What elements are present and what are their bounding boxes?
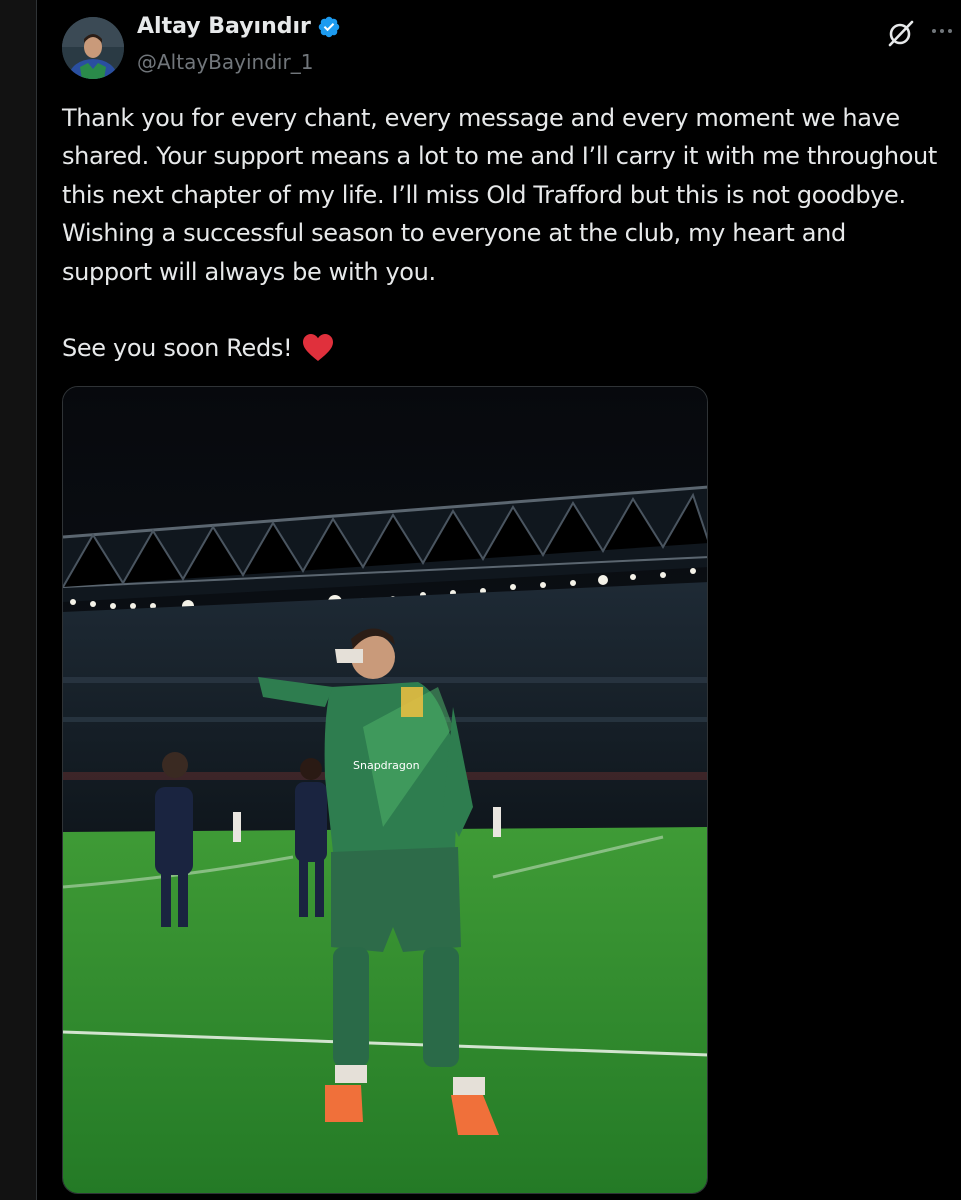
tweet-text: Thank you for every chant, every message…	[62, 99, 942, 367]
author-handle[interactable]: @AltayBayindir_1	[137, 50, 313, 74]
closing-text: See you soon Reds!	[62, 334, 293, 363]
stadium-photo: Snapdragon	[63, 387, 707, 1193]
tweet-paragraph: Thank you for every chant, every message…	[62, 104, 937, 286]
author-display-name[interactable]: Altay Bayındır	[137, 14, 311, 39]
author-name-row: Altay Bayındır	[137, 14, 341, 39]
avatar[interactable]	[62, 17, 124, 79]
window-left-edge	[0, 0, 37, 1200]
grok-button[interactable]	[885, 17, 917, 49]
tweet-closing-line: See you soon Reds!	[62, 329, 942, 367]
kit-sponsor-text: Snapdragon	[353, 759, 420, 772]
grok-icon	[888, 20, 914, 47]
red-heart-emoji-icon	[303, 334, 334, 362]
tweet-photo[interactable]: Snapdragon	[62, 386, 708, 1194]
more-dots-icon	[932, 29, 936, 33]
tweet-card: Altay Bayındır @AltayBayindir_1 Thank yo…	[38, 0, 961, 1200]
verified-badge-icon	[318, 16, 340, 37]
more-options-button[interactable]	[927, 20, 957, 42]
